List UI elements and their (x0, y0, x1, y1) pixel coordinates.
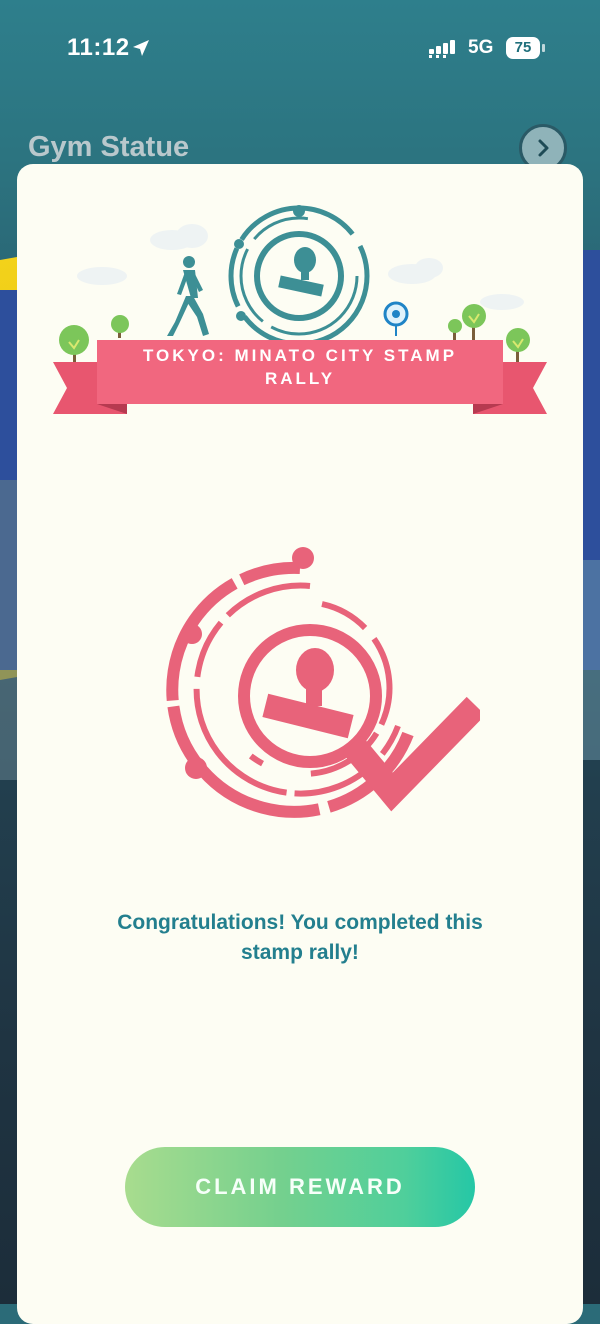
stamp-emblem-icon (228, 205, 370, 347)
tree-icon (462, 304, 486, 342)
stamp-handle (262, 648, 354, 739)
tree-icon (111, 315, 129, 338)
walking-person-icon (167, 256, 209, 336)
battery-icon: 75 (506, 37, 540, 59)
claim-reward-button[interactable]: CLAIM REWARD (125, 1147, 475, 1227)
battery-level: 75 (514, 39, 532, 56)
rally-title: TOKYO: MINATO CITY STAMP RALLY (142, 346, 458, 388)
completed-stamp-icon (166, 547, 480, 818)
pokestop-icon (383, 301, 409, 336)
tree-icon (59, 325, 89, 364)
completion-message: Congratulations! You completed this stam… (117, 911, 483, 964)
gym-title: Gym Statue (28, 131, 190, 163)
status-bar: 11:12 5G 75 (0, 0, 600, 96)
banner-illustration (53, 205, 547, 414)
status-time: 11:12 (67, 34, 130, 61)
battery-cap (542, 44, 545, 52)
signal-bars-icon (429, 40, 455, 58)
stamp-rally-modal: TOKYO: MINATO CITY STAMP RALLY Congratul… (17, 164, 583, 1324)
chevron-right-icon (538, 139, 549, 157)
claim-reward-label: CLAIM REWARD (195, 1174, 405, 1199)
location-arrow-icon (133, 40, 149, 56)
tree-icon (448, 319, 462, 340)
tree-icon (506, 328, 530, 362)
network-type: 5G (468, 37, 494, 58)
